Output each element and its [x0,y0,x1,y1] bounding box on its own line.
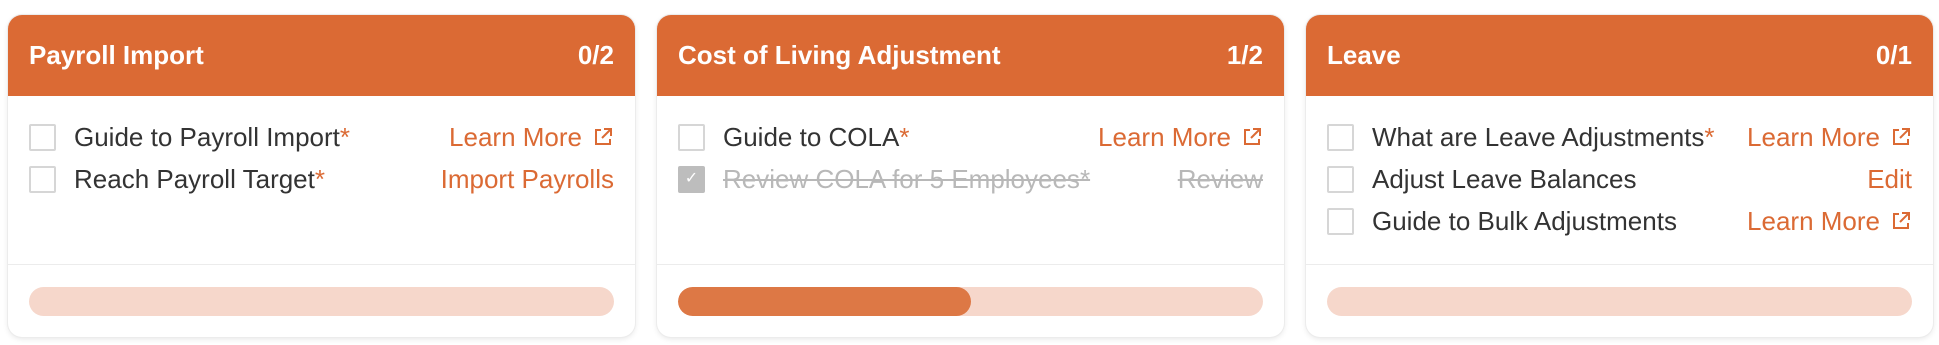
card-header: Leave 0/1 [1306,15,1933,96]
task-item: Guide to COLA* Learn More [678,116,1263,158]
required-marker: * [899,121,910,152]
card-leave: Leave 0/1 What are Leave Adjustments* Le… [1306,15,1933,337]
learn-more-link[interactable]: Learn More [1098,122,1263,153]
task-count: 1/2 [1226,40,1263,70]
task-checkbox[interactable] [678,123,705,151]
learn-more-link[interactable]: Learn More [1747,122,1912,153]
task-item: What are Leave Adjustments* Learn More [1327,116,1912,158]
task-item: Guide to Payroll Import* Learn More [29,116,614,158]
task-checkbox[interactable] [1327,165,1354,193]
external-link-icon [1893,128,1910,145]
task-label: Adjust Leave Balances [1372,163,1637,194]
task-item-completed: ✓ Review COLA for 5 Employees* Review [678,158,1263,200]
card-payroll-import: Payroll Import 0/2 Guide to Payroll Impo… [8,15,635,337]
task-checkbox[interactable] [1327,123,1354,151]
card-title: Payroll Import [29,40,204,70]
task-label: Review COLA for 5 Employees* [723,163,1091,194]
progress-bar [1327,287,1912,316]
task-checkbox[interactable] [29,123,56,151]
divider [1306,264,1933,265]
external-link-icon [1244,128,1261,145]
task-label: Reach Payroll Target* [74,163,325,194]
required-marker: * [1704,121,1715,152]
learn-more-link[interactable]: Learn More [1747,206,1912,237]
review-link[interactable]: Review [1178,164,1263,195]
learn-more-link[interactable]: Learn More [449,122,614,153]
external-link-icon [1893,212,1910,229]
edit-link[interactable]: Edit [1867,164,1912,195]
card-cost-of-living-adjustment: Cost of Living Adjustment 1/2 Guide to C… [657,15,1284,337]
progress-fill [678,287,971,316]
task-count: 0/2 [577,40,614,70]
required-marker: * [339,121,351,152]
required-marker: * [314,163,325,194]
task-item: Guide to Bulk Adjustments Learn More [1327,200,1912,242]
task-checkbox[interactable] [29,165,56,193]
external-link-icon [595,128,612,145]
progress-bar [678,287,1263,316]
task-list: Guide to COLA* Learn More ✓ Review COLA … [678,116,1263,200]
task-label: Guide to Payroll Import* [74,121,351,152]
task-item: Adjust Leave Balances Edit [1327,158,1912,200]
card-header: Payroll Import 0/2 [8,15,635,96]
task-count: 0/1 [1875,40,1912,70]
divider [657,264,1284,265]
task-checkbox[interactable] [1327,207,1354,235]
task-checkbox-checked[interactable]: ✓ [678,165,705,193]
required-marker: * [1079,163,1091,194]
divider [8,264,635,265]
task-label: Guide to Bulk Adjustments [1372,205,1677,236]
card-title: Cost of Living Adjustment [678,40,1001,70]
card-header: Cost of Living Adjustment 1/2 [657,15,1284,96]
task-label: What are Leave Adjustments* [1372,121,1715,152]
card-title: Leave [1327,40,1401,70]
progress-bar [29,287,614,316]
task-list: What are Leave Adjustments* Learn More A… [1327,116,1912,242]
task-list: Guide to Payroll Import* Learn More Reac… [29,116,614,200]
import-payrolls-link[interactable]: Import Payrolls [441,164,614,195]
task-label: Guide to COLA* [723,121,910,152]
check-icon: ✓ [684,170,699,187]
task-item: Reach Payroll Target* Import Payrolls [29,158,614,200]
